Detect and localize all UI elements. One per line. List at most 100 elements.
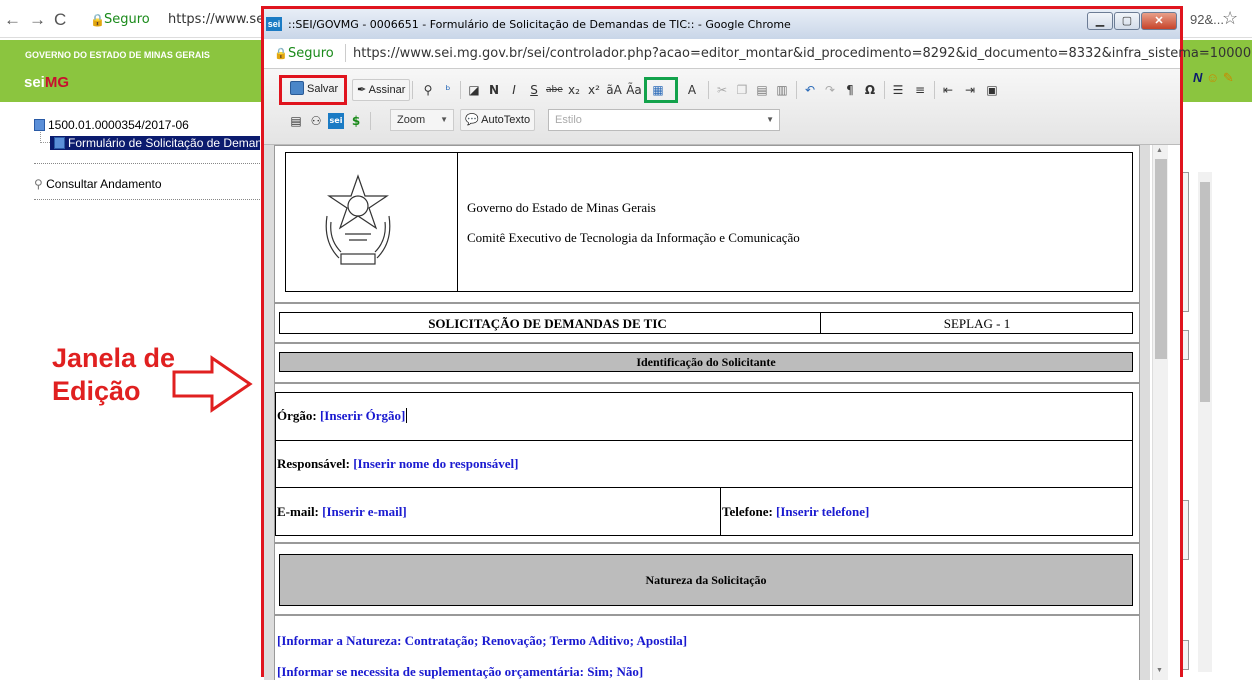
toolbar-separator bbox=[796, 81, 797, 99]
sei-logo[interactable]: seiMG bbox=[24, 74, 69, 91]
orgao-label: Órgão: bbox=[277, 408, 317, 423]
tree-document-item[interactable]: Formulário de Solicitação de Demandas de… bbox=[50, 136, 260, 150]
minas-gerais-coat-of-arms-icon bbox=[325, 174, 391, 265]
lowercase-icon[interactable]: Ãa bbox=[626, 82, 642, 98]
close-button[interactable]: ✕ bbox=[1141, 12, 1177, 30]
toolbar-separator bbox=[412, 81, 413, 99]
undo-icon[interactable]: ↶ bbox=[802, 82, 818, 98]
browser-nav-icons[interactable]: ←→C bbox=[4, 10, 74, 30]
process-icon bbox=[34, 119, 45, 131]
editor-toolbar: Salvar ✒ Assinar ⚲ ᵇ ◪ N I S abe x₂ x² ã… bbox=[264, 69, 1180, 145]
document-editor-area[interactable]: Governo do Estado de Minas Gerais Comitê… bbox=[264, 145, 1180, 680]
minimize-button[interactable]: ▁ bbox=[1087, 12, 1113, 30]
zoom-dropdown[interactable]: Zoom ▼ bbox=[390, 109, 454, 131]
key-icon: ⚲ bbox=[34, 177, 43, 191]
italic-icon[interactable]: I bbox=[506, 82, 522, 98]
divider bbox=[34, 163, 262, 164]
subscript-icon[interactable]: x₂ bbox=[566, 82, 582, 98]
identification-panel: Identificação do Solicitante bbox=[274, 343, 1140, 383]
header-divider bbox=[457, 152, 458, 292]
indent-icon[interactable]: ⇥ bbox=[962, 82, 978, 98]
responsavel-label: Responsável: bbox=[277, 456, 350, 471]
background-scrollbar[interactable] bbox=[1198, 172, 1212, 672]
natureza-title: Natureza da Solicitação bbox=[645, 573, 767, 587]
template-icon[interactable]: ▤ bbox=[288, 113, 304, 129]
popup-url[interactable]: https://www.sei.mg.gov.br/sei/controlado… bbox=[353, 46, 1252, 61]
copy-icon[interactable]: ❐ bbox=[734, 82, 750, 98]
header-tool-icons[interactable]: N ☺ ✎ bbox=[1193, 70, 1234, 86]
chevron-down-icon: ▼ bbox=[440, 115, 448, 124]
natureza-line2[interactable]: [Informar se necessita de suplementação … bbox=[277, 664, 643, 680]
toolbar-separator bbox=[460, 81, 461, 99]
paste-icon[interactable]: ▤ bbox=[754, 82, 770, 98]
email-value: [Inserir e-mail] bbox=[322, 504, 407, 519]
popup-title: ::SEI/GOVMG - 0006651 - Formulário de So… bbox=[288, 18, 791, 31]
form-title: SOLICITAÇÃO DE DEMANDAS DE TIC bbox=[428, 316, 667, 331]
popup-titlebar[interactable]: sei ::SEI/GOVMG - 0006651 - Formulário d… bbox=[264, 9, 1180, 39]
toolbar-separator bbox=[370, 112, 371, 130]
scroll-down-icon[interactable]: ▼ bbox=[1156, 667, 1163, 674]
annotation-label: Janela de Edição bbox=[52, 342, 175, 408]
replace-icon[interactable]: ᵇ bbox=[440, 82, 456, 98]
background-url-tail: 92&... bbox=[1190, 12, 1224, 27]
cut-icon[interactable]: ✂ bbox=[714, 82, 730, 98]
currency-icon[interactable]: $ bbox=[348, 113, 364, 129]
document-name: Formulário de Solicitação de Demandas de… bbox=[68, 136, 260, 150]
editor-scrollbar[interactable]: ▲ ▼ bbox=[1152, 145, 1168, 680]
eraser-icon[interactable]: ◪ bbox=[466, 82, 482, 98]
sei-link-icon[interactable]: sei bbox=[328, 113, 344, 129]
style-dropdown[interactable]: Estilo ▼ bbox=[548, 109, 780, 131]
telefone-field[interactable]: Telefone: [Inserir telefone] bbox=[722, 504, 869, 520]
zoom-label: Zoom bbox=[397, 114, 426, 126]
responsavel-value: [Inserir nome do responsável] bbox=[353, 456, 519, 471]
paste-text-icon[interactable]: ▥ bbox=[774, 82, 790, 98]
pen-icon: ✒ bbox=[357, 84, 367, 96]
strikethrough-icon[interactable]: abe bbox=[546, 82, 563, 98]
sei-favicon-icon: sei bbox=[266, 17, 282, 31]
sign-button[interactable]: ✒ Assinar bbox=[352, 79, 411, 101]
document-icon bbox=[54, 137, 65, 149]
outdent-icon[interactable]: ⇤ bbox=[940, 82, 956, 98]
title-panel: SOLICITAÇÃO DE DEMANDAS DE TIC SEPLAG - … bbox=[274, 303, 1140, 343]
secure-label: Seguro bbox=[288, 46, 334, 61]
bookmark-star-icon[interactable]: ☆ bbox=[1222, 8, 1238, 29]
bold-icon[interactable]: N bbox=[486, 82, 502, 98]
natureza-line1[interactable]: [Informar a Natureza: Contratação; Renov… bbox=[277, 633, 687, 649]
natureza-content-panel: [Informar a Natureza: Contratação; Renov… bbox=[274, 615, 1140, 680]
uppercase-icon[interactable]: ãA bbox=[606, 82, 622, 98]
tree-process-item[interactable]: 1500.01.0000354/2017-06 bbox=[34, 118, 189, 132]
text-color-icon[interactable]: A bbox=[684, 82, 700, 98]
org-name: Governo do Estado de Minas Gerais bbox=[467, 200, 656, 215]
maximize-button[interactable]: ▢ bbox=[1114, 12, 1140, 30]
logo-sei-text: sei bbox=[24, 74, 45, 91]
bullet-list-icon[interactable]: ≡ bbox=[912, 82, 928, 98]
link-process-icon[interactable]: ⚇ bbox=[308, 113, 324, 129]
image-icon[interactable]: ▣ bbox=[984, 82, 1000, 98]
scroll-up-icon[interactable]: ▲ bbox=[1156, 147, 1163, 154]
consultar-andamento-link[interactable]: ⚲ Consultar Andamento bbox=[34, 177, 162, 191]
numbered-list-icon[interactable]: ☰ bbox=[890, 82, 906, 98]
col-divider bbox=[720, 487, 721, 536]
find-icon[interactable]: ⚲ bbox=[420, 82, 436, 98]
email-field[interactable]: E-mail: [Inserir e-mail] bbox=[277, 504, 407, 520]
superscript-icon[interactable]: x² bbox=[586, 82, 602, 98]
fields-panel: Órgão: [Inserir Órgão] Responsável: [Ins… bbox=[274, 383, 1140, 543]
orgao-field[interactable]: Órgão: [Inserir Órgão] bbox=[277, 408, 408, 424]
special-char-icon[interactable]: Ω bbox=[862, 82, 878, 98]
paragraph-icon[interactable]: ¶ bbox=[842, 82, 858, 98]
divider bbox=[34, 199, 262, 200]
annotation-line1: Janela de bbox=[52, 343, 176, 373]
identification-title: Identificação do Solicitante bbox=[636, 355, 776, 369]
process-number: 1500.01.0000354/2017-06 bbox=[48, 118, 189, 132]
save-highlight bbox=[279, 75, 347, 105]
autotext-button[interactable]: 💬 AutoTexto bbox=[460, 109, 536, 131]
redo-icon[interactable]: ↷ bbox=[822, 82, 838, 98]
tree-connector bbox=[40, 132, 50, 143]
scroll-thumb[interactable] bbox=[1200, 182, 1210, 402]
responsavel-field[interactable]: Responsável: [Inserir nome do responsáve… bbox=[277, 456, 518, 472]
divider bbox=[345, 44, 346, 62]
org-committee: Comitê Executivo de Tecnologia da Inform… bbox=[467, 230, 800, 245]
toolbar-separator bbox=[708, 81, 709, 99]
underline-icon[interactable]: S bbox=[526, 82, 542, 98]
scroll-thumb[interactable] bbox=[1155, 159, 1167, 359]
